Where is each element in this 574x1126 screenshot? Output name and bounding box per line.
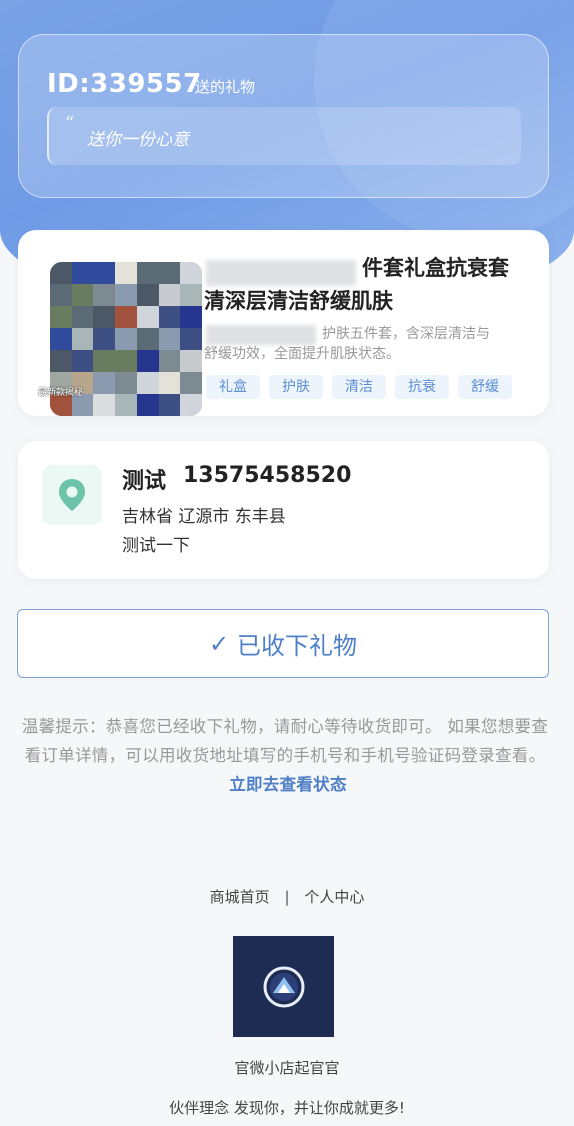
address-card[interactable]: 测试 13575458520 吉林省 辽源市 东丰县 测试一下: [18, 441, 549, 579]
gift-suffix: 送的礼物: [195, 78, 256, 96]
tip-text: 温馨提示：恭喜您已经收下礼物，请耐心等待收货即可。 如果您想要查看订单详情，可以…: [18, 712, 552, 799]
view-status-link[interactable]: 立即去查看状态: [229, 775, 347, 794]
product-card[interactable]: 最新款揭秘· 件套礼盒抗衰套 清深层清洁舒缓肌肤 护肤五件套，含深层清洁与 舒缓…: [18, 230, 549, 416]
shop-logo-icon: [263, 966, 304, 1007]
product-tag: 抗衰: [395, 375, 449, 399]
shop-name: 官微小店起官官: [234, 1059, 340, 1077]
product-description: 护肤五件套，含深层清洁与 舒缓功效，全面提升肌肤状态。: [204, 324, 534, 364]
product-tags: 礼盒 护肤 清洁 抗衰 舒缓: [206, 375, 512, 399]
gift-received-button[interactable]: ✓ 已收下礼物: [17, 609, 549, 678]
product-desc-line1: 护肤五件套，含深层清洁与: [322, 326, 490, 342]
footer-separator: |: [284, 888, 290, 906]
shop-logo: [233, 936, 334, 1037]
redacted-block: [206, 260, 356, 286]
check-icon: ✓: [208, 629, 230, 658]
gift-message-box: “ 送你一份心意: [47, 107, 521, 165]
tip-message: 温馨提示：恭喜您已经收下礼物，请耐心等待收货即可。 如果您想要查看订单详情，可以…: [21, 717, 549, 765]
shop-slogan: 伙伴理念 发现你，并让你成就更多!: [169, 1099, 405, 1117]
recipient-phone: 13575458520: [183, 463, 352, 488]
sender-id: ID:339557: [47, 69, 202, 99]
thumbnail-caption: 最新款揭秘·: [38, 388, 86, 398]
product-title-line2: 清深层清洁舒缓肌肤: [204, 289, 393, 313]
mall-home-link[interactable]: 商城首页: [210, 888, 270, 906]
gift-received-label: 已收下礼物: [237, 632, 358, 660]
gift-message: 送你一份心意: [87, 130, 189, 150]
quote-icon: “: [65, 113, 75, 134]
gift-card: ID:339557 送的礼物 “ 送你一份心意: [18, 34, 549, 198]
product-tag: 清洁: [332, 375, 386, 399]
profile-link[interactable]: 个人中心: [304, 888, 364, 906]
product-tag: 礼盒: [206, 375, 260, 399]
product-thumbnail[interactable]: 最新款揭秘·: [34, 246, 202, 416]
address-detail: 测试一下: [122, 536, 190, 556]
recipient-name: 测试: [122, 469, 167, 494]
location-pin-icon: [42, 465, 102, 525]
address-region: 吉林省 辽源市 东丰县: [122, 507, 286, 527]
product-tag: 舒缓: [458, 375, 512, 399]
product-tag: 护肤: [269, 375, 323, 399]
footer-links: 商城首页 | 个人中心: [0, 886, 574, 907]
product-desc-line2: 舒缓功效，全面提升肌肤状态。: [204, 346, 400, 362]
